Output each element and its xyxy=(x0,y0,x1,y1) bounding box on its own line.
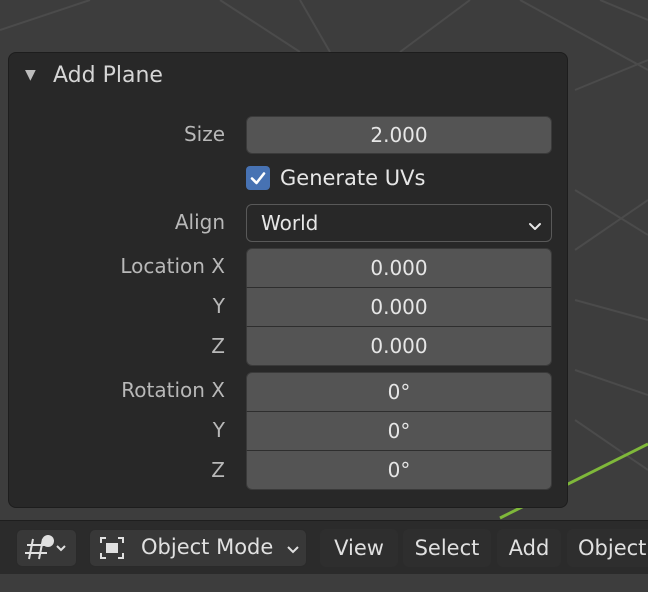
align-dropdown[interactable]: World xyxy=(246,204,552,242)
checkmark-icon[interactable] xyxy=(246,166,270,190)
adjust-last-operation-panel: ▼ Add Plane Size 2.000 Generate UVs Alig… xyxy=(8,52,568,508)
rotation-z-field[interactable]: 0° xyxy=(246,450,552,490)
object-mode-dropdown[interactable]: Object Mode xyxy=(89,529,307,567)
viewport-bottom-strip xyxy=(0,574,648,592)
object-mode-icon xyxy=(100,537,124,559)
rotation-y-label: Y xyxy=(212,418,225,442)
triangle-down-icon[interactable]: ▼ xyxy=(25,67,36,83)
editor-type-button[interactable] xyxy=(16,529,77,567)
location-x-label: Location X xyxy=(120,254,225,278)
generate-uvs-label: Generate UVs xyxy=(280,166,426,190)
3d-viewport-icon xyxy=(24,535,66,560)
location-y-label: Y xyxy=(212,294,225,318)
rotation-y-field[interactable]: 0° xyxy=(246,411,552,451)
menu-object[interactable]: Object xyxy=(567,529,648,567)
rotation-x-field[interactable]: 0° xyxy=(246,372,552,412)
location-z-label: Z xyxy=(211,334,225,358)
size-label: Size xyxy=(183,122,225,146)
object-mode-label: Object Mode xyxy=(141,535,274,559)
rotation-x-label: Rotation X xyxy=(121,378,225,402)
menu-view[interactable]: View xyxy=(320,529,398,567)
location-z-field[interactable]: 0.000 xyxy=(246,326,552,366)
generate-uvs-checkbox[interactable]: Generate UVs xyxy=(246,163,425,193)
chevron-down-icon xyxy=(527,215,543,239)
location-x-field[interactable]: 0.000 xyxy=(246,248,552,288)
size-field[interactable]: 2.000 xyxy=(246,116,552,154)
rotation-z-label: Z xyxy=(211,458,225,482)
panel-title: Add Plane xyxy=(53,63,163,88)
align-value: World xyxy=(261,211,319,235)
viewport-header: Object Mode View Select Add Object xyxy=(0,520,648,575)
chevron-down-icon xyxy=(287,546,299,554)
menu-add[interactable]: Add xyxy=(497,529,561,567)
panel-header[interactable]: ▼ Add Plane xyxy=(9,53,567,99)
align-label: Align xyxy=(174,210,225,234)
menu-select[interactable]: Select xyxy=(403,529,491,567)
location-y-field[interactable]: 0.000 xyxy=(246,287,552,327)
